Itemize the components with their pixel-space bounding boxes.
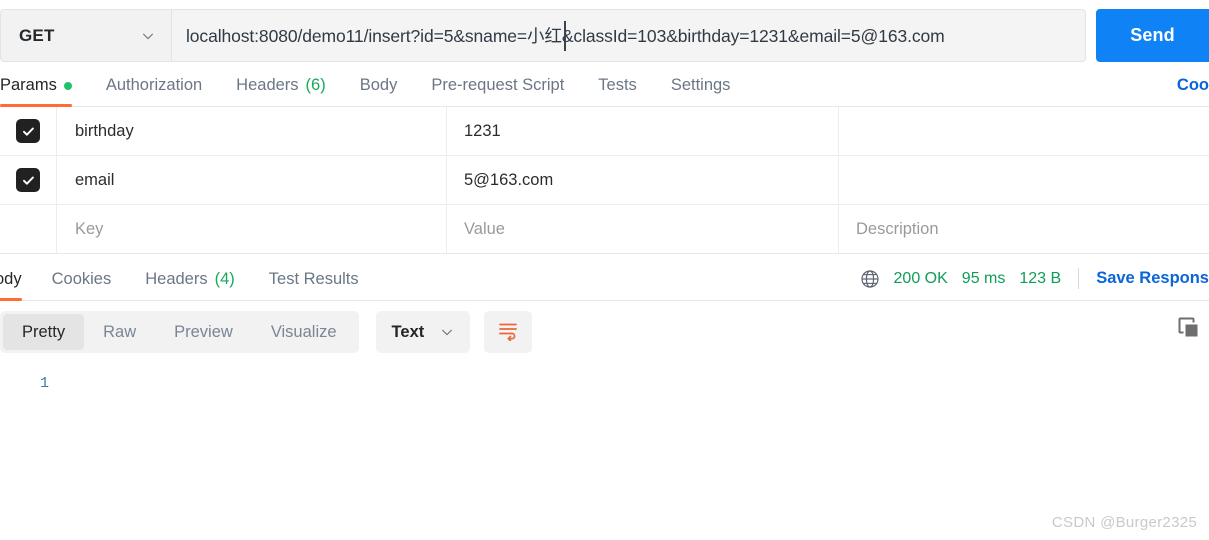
response-tab-headers-label: Headers bbox=[145, 270, 208, 288]
new-param-key-placeholder: Key bbox=[75, 219, 104, 238]
tab-pre-request-script-label: Pre-request Script bbox=[431, 76, 565, 94]
query-params-table: birthday 1231 email 5@163.com Key Value … bbox=[0, 107, 1209, 254]
new-param-description-placeholder: Description bbox=[856, 219, 939, 238]
row-checkbox-cell bbox=[0, 205, 57, 253]
param-description-cell[interactable] bbox=[839, 156, 1209, 204]
response-tab-bar: Body Cookies Headers (4) Test Results 20… bbox=[0, 254, 1209, 301]
row-checkbox[interactable] bbox=[16, 168, 40, 192]
divider bbox=[1078, 268, 1080, 289]
http-method-label: GET bbox=[19, 25, 55, 45]
tab-settings-label: Settings bbox=[670, 76, 731, 94]
params-modified-dot-icon bbox=[63, 81, 72, 90]
view-mode-raw[interactable]: Raw bbox=[84, 314, 155, 350]
response-size: 123 B bbox=[1019, 269, 1062, 287]
checkmark-icon bbox=[21, 173, 36, 188]
chevron-down-icon bbox=[141, 29, 155, 43]
response-body-viewer[interactable]: 1 bbox=[0, 363, 1209, 523]
send-button[interactable]: Send bbox=[1096, 9, 1209, 62]
tab-pre-request-script[interactable]: Pre-request Script bbox=[431, 76, 564, 106]
tab-params-label: Params bbox=[0, 76, 57, 94]
cookies-link[interactable]: Coo bbox=[1177, 76, 1209, 95]
param-key-cell[interactable]: birthday bbox=[57, 107, 447, 155]
param-key-text: birthday bbox=[75, 121, 134, 140]
watermark: CSDN @Burger2325 bbox=[1051, 514, 1197, 531]
body-type-selector[interactable]: Text bbox=[375, 311, 471, 353]
text-cursor bbox=[564, 21, 566, 51]
tab-body-label: Body bbox=[359, 76, 398, 94]
param-value-text: 5@163.com bbox=[464, 170, 554, 189]
tab-body[interactable]: Body bbox=[360, 76, 398, 106]
word-wrap-button[interactable] bbox=[484, 311, 533, 353]
response-tab-headers[interactable]: Headers (4) bbox=[145, 270, 235, 300]
request-tab-bar: Params Authorization Headers (6) Body Pr… bbox=[0, 62, 1209, 107]
param-description-cell[interactable] bbox=[839, 107, 1209, 155]
new-param-value-placeholder: Value bbox=[464, 219, 505, 238]
response-tab-cookies-label: Cookies bbox=[51, 270, 112, 288]
response-tab-body-label: Body bbox=[0, 270, 22, 288]
tab-settings[interactable]: Settings bbox=[671, 76, 731, 106]
save-response-link[interactable]: Save Respons bbox=[1096, 269, 1209, 288]
response-tab-cookies[interactable]: Cookies bbox=[52, 270, 112, 300]
body-type-label: Text bbox=[391, 322, 425, 341]
table-row: birthday 1231 bbox=[0, 107, 1209, 156]
new-param-description-input[interactable]: Description bbox=[839, 205, 1209, 253]
param-key-cell[interactable]: email bbox=[57, 156, 447, 204]
new-param-value-input[interactable]: Value bbox=[447, 205, 839, 253]
row-checkbox-cell bbox=[0, 107, 57, 155]
tab-params[interactable]: Params bbox=[0, 76, 72, 107]
status-code: 200 OK bbox=[893, 269, 948, 287]
line-number: 1 bbox=[40, 375, 50, 392]
copy-icon bbox=[1176, 317, 1202, 345]
tab-headers-label: Headers bbox=[236, 76, 299, 94]
tab-tests[interactable]: Tests bbox=[598, 76, 637, 106]
copy-button[interactable] bbox=[1176, 315, 1202, 341]
response-format-toolbar: Pretty Raw Preview Visualize Text bbox=[0, 301, 1209, 363]
tab-headers[interactable]: Headers (6) bbox=[236, 76, 326, 106]
http-method-selector[interactable]: GET bbox=[0, 9, 172, 62]
response-tab-headers-count: (4) bbox=[214, 270, 235, 288]
param-value-cell[interactable]: 1231 bbox=[447, 107, 839, 155]
tab-authorization-label: Authorization bbox=[105, 76, 203, 94]
table-row-empty: Key Value Description bbox=[0, 205, 1209, 253]
response-status-group: 200 OK 95 ms 123 B Save Respons bbox=[860, 268, 1209, 289]
row-checkbox[interactable] bbox=[16, 119, 40, 143]
response-tab-test-results[interactable]: Test Results bbox=[269, 270, 359, 300]
chevron-down-icon bbox=[440, 325, 454, 339]
param-value-cell[interactable]: 5@163.com bbox=[447, 156, 839, 204]
word-wrap-icon bbox=[497, 319, 519, 346]
tab-headers-count: (6) bbox=[305, 76, 326, 94]
view-mode-preview[interactable]: Preview bbox=[155, 314, 252, 350]
tab-tests-label: Tests bbox=[598, 76, 637, 94]
param-key-text: email bbox=[75, 170, 115, 189]
tab-authorization[interactable]: Authorization bbox=[106, 76, 202, 106]
url-input[interactable]: localhost:8080/demo11/insert?id=5&sname=… bbox=[172, 9, 1086, 62]
response-tab-test-results-label: Test Results bbox=[268, 270, 359, 288]
table-row: email 5@163.com bbox=[0, 156, 1209, 205]
param-value-text: 1231 bbox=[464, 121, 501, 140]
view-mode-pretty[interactable]: Pretty bbox=[3, 314, 85, 350]
checkmark-icon bbox=[21, 124, 36, 139]
row-checkbox-cell bbox=[0, 156, 57, 204]
view-mode-visualize[interactable]: Visualize bbox=[252, 314, 356, 350]
view-mode-group: Pretty Raw Preview Visualize bbox=[0, 311, 359, 353]
response-tab-body[interactable]: Body bbox=[0, 270, 22, 301]
response-time: 95 ms bbox=[961, 269, 1006, 287]
globe-icon[interactable] bbox=[860, 269, 880, 289]
new-param-key-input[interactable]: Key bbox=[57, 205, 447, 253]
request-url-bar: GET localhost:8080/demo11/insert?id=5&sn… bbox=[0, 0, 1209, 62]
